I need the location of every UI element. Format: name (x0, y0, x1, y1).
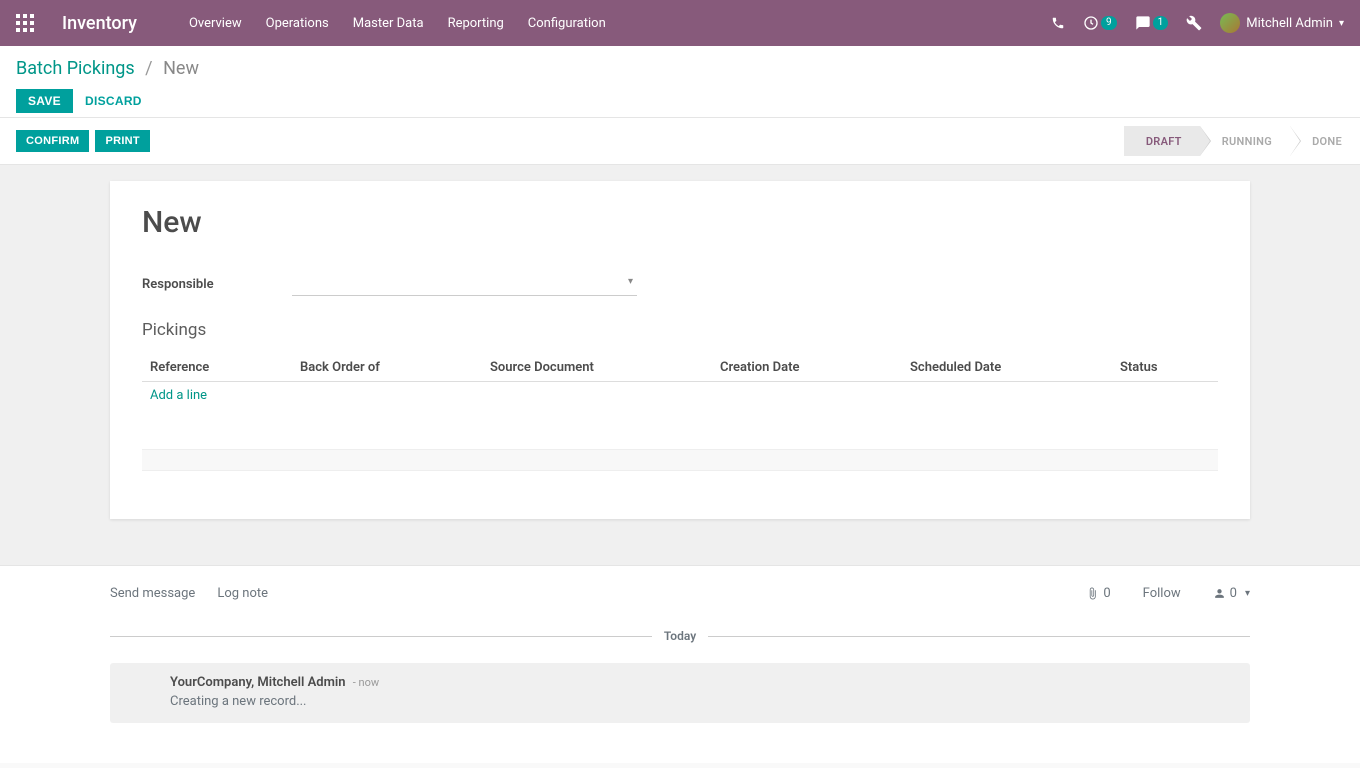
pickings-table: Reference Back Order of Source Document … (142, 354, 1218, 409)
col-scheduled-date: Scheduled Date (902, 354, 1112, 382)
pickings-section-title: Pickings (142, 320, 1218, 340)
person-icon (1213, 587, 1226, 600)
attach-count: 0 (1103, 586, 1110, 601)
status-running[interactable]: Running (1200, 126, 1290, 156)
status-steps: Draft Running Done (1124, 126, 1360, 156)
table-footer (142, 449, 1218, 471)
log-entry: YourCompany, Mitchell Admin - now Creati… (110, 663, 1250, 723)
nav-reporting[interactable]: Reporting (436, 16, 516, 31)
statusbar: Confirm Print Draft Running Done (0, 117, 1360, 164)
follow-button[interactable]: Follow (1143, 586, 1181, 601)
form-sheet: New Responsible ▾ Pickings Reference Bac… (110, 181, 1250, 519)
nav-configuration[interactable]: Configuration (516, 16, 618, 31)
nav-operations[interactable]: Operations (254, 16, 341, 31)
save-button[interactable]: Save (16, 89, 73, 113)
user-menu[interactable]: Mitchell Admin ▾ (1220, 13, 1344, 33)
breadcrumb: Batch Pickings / New (16, 58, 1344, 79)
col-status: Status (1112, 354, 1218, 382)
breadcrumb-parent[interactable]: Batch Pickings (16, 58, 135, 79)
attachments-button[interactable]: 0 (1086, 586, 1110, 601)
messages-badge: 1 (1153, 16, 1169, 30)
phone-icon[interactable] (1051, 16, 1065, 30)
discard-button[interactable]: Discard (85, 94, 142, 108)
responsible-input[interactable] (292, 272, 637, 296)
log-body: Creating a new record... (170, 694, 1236, 709)
user-name: Mitchell Admin (1246, 16, 1333, 31)
record-title: New (142, 205, 1218, 240)
chatter-divider: Today (110, 629, 1250, 643)
chevron-down-icon: ▾ (1339, 18, 1344, 29)
messages-icon[interactable]: 1 (1135, 15, 1169, 31)
confirm-button[interactable]: Confirm (16, 130, 89, 152)
followers-button[interactable]: 0 ▾ (1213, 586, 1250, 601)
form-area: New Responsible ▾ Pickings Reference Bac… (0, 165, 1360, 565)
divider-label: Today (652, 629, 708, 643)
col-reference: Reference (142, 354, 292, 382)
table-row: Add a line (142, 382, 1218, 410)
nav-links: Overview Operations Master Data Reportin… (177, 16, 618, 31)
send-message-button[interactable]: Send message (110, 586, 195, 601)
log-note-button[interactable]: Log note (217, 586, 268, 601)
print-button[interactable]: Print (95, 130, 150, 152)
follower-count: 0 (1230, 586, 1237, 601)
paperclip-icon (1086, 587, 1099, 600)
chatter: Send message Log note 0 Follow 0 ▾ Today (0, 565, 1360, 763)
col-creation-date: Creation Date (712, 354, 902, 382)
col-back-order: Back Order of (292, 354, 482, 382)
debug-icon[interactable] (1186, 15, 1202, 31)
top-navbar: Inventory Overview Operations Master Dat… (0, 0, 1360, 46)
status-draft[interactable]: Draft (1124, 126, 1200, 156)
apps-icon[interactable] (16, 14, 34, 32)
control-panel: Batch Pickings / New Save Discard Confir… (0, 46, 1360, 165)
activity-icon[interactable]: 9 (1083, 15, 1117, 31)
nav-right: 9 1 Mitchell Admin ▾ (1051, 13, 1344, 33)
responsible-row: Responsible ▾ (142, 272, 1218, 296)
breadcrumb-current: New (163, 58, 199, 79)
breadcrumb-sep: / (145, 58, 152, 79)
log-time: - now (353, 676, 379, 689)
nav-master-data[interactable]: Master Data (341, 16, 436, 31)
app-brand[interactable]: Inventory (62, 13, 137, 34)
add-line-link[interactable]: Add a line (150, 388, 207, 403)
activity-badge: 9 (1101, 16, 1117, 30)
col-source-doc: Source Document (482, 354, 712, 382)
nav-overview[interactable]: Overview (177, 16, 254, 31)
responsible-label: Responsible (142, 277, 292, 292)
log-author: YourCompany, Mitchell Admin (170, 675, 346, 690)
avatar (1220, 13, 1240, 33)
chevron-down-icon: ▾ (1245, 588, 1250, 599)
